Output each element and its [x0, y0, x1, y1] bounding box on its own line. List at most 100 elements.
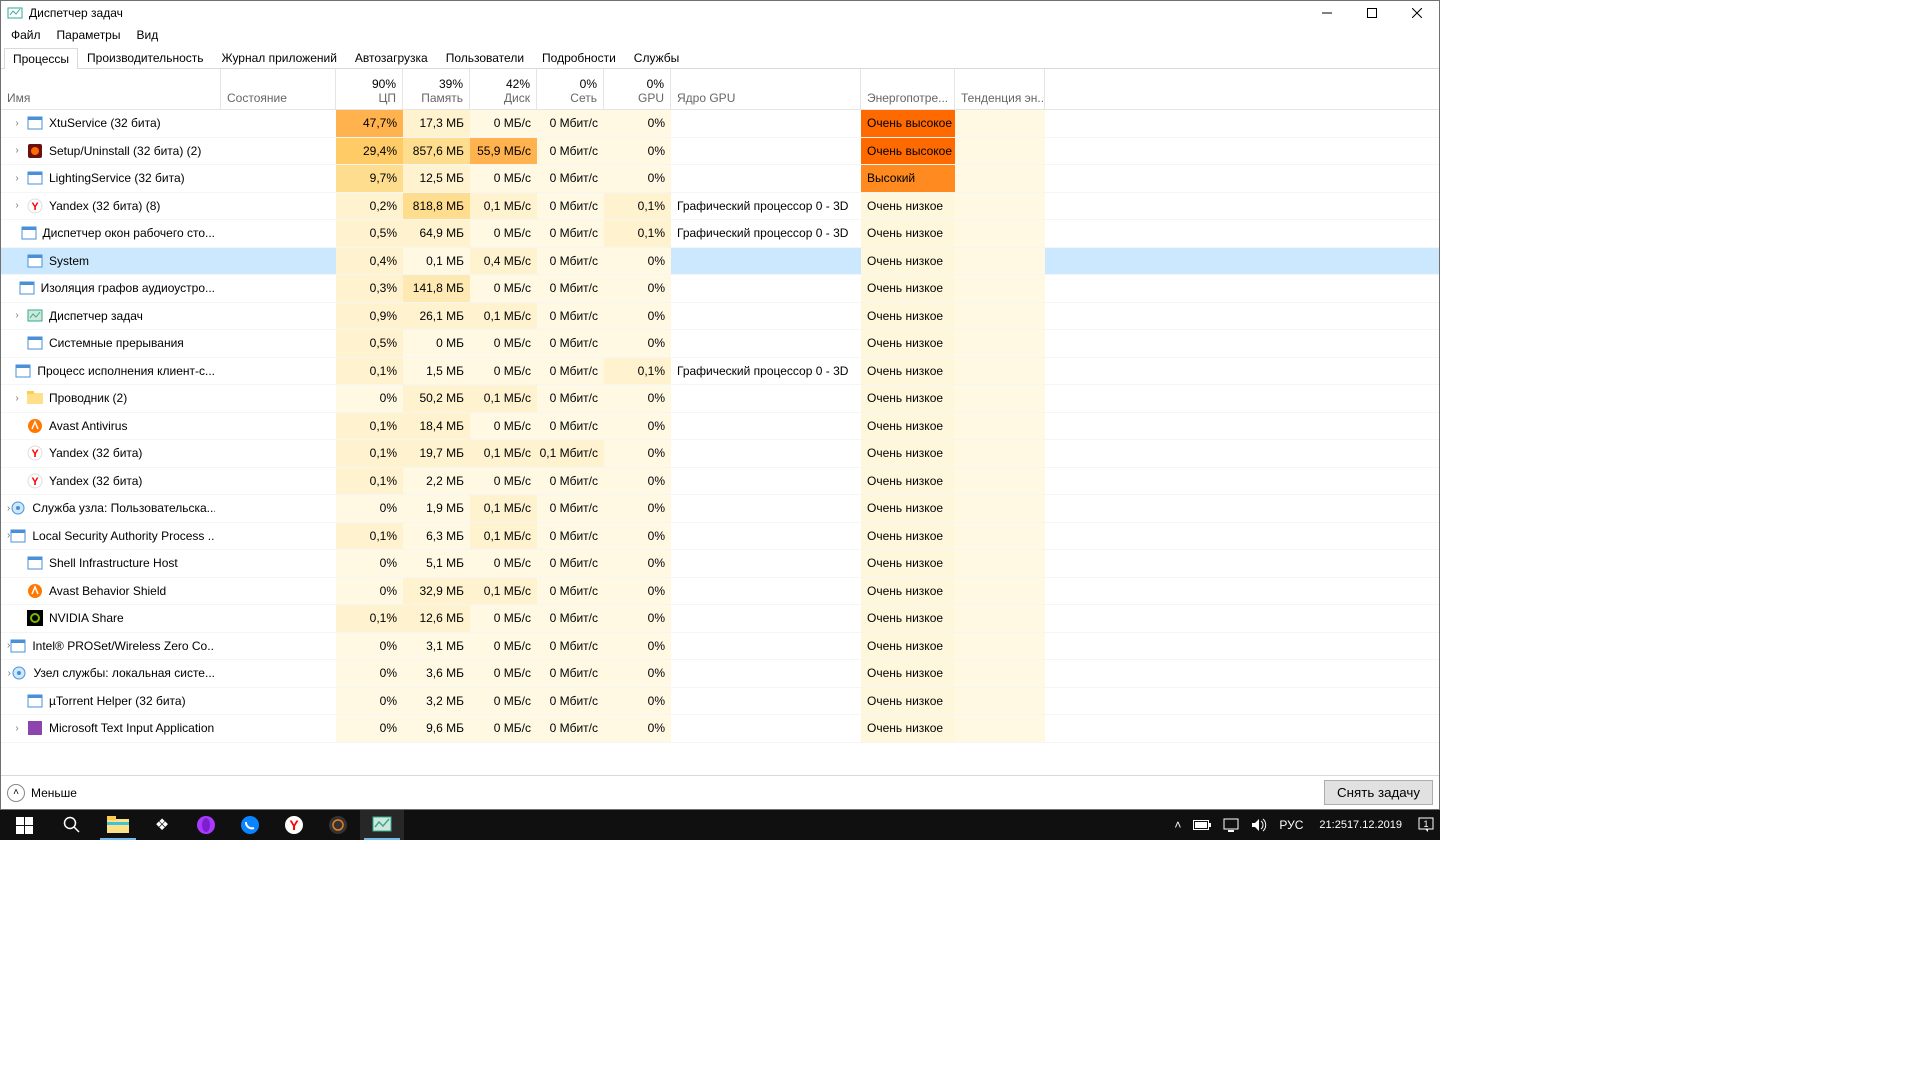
tray-action-center-icon[interactable]: 1 — [1412, 810, 1440, 840]
close-button[interactable] — [1394, 1, 1439, 25]
menu-view[interactable]: Вид — [128, 26, 166, 44]
expand-toggle[interactable]: › — [7, 715, 27, 742]
system-tray: ˄ РУС 21:2517.12.2019 1 — [1168, 810, 1440, 840]
process-name: Yandex (32 бита) (8) — [49, 199, 160, 213]
header-network[interactable]: 0%Сеть — [537, 69, 604, 109]
taskbar-taskmanager[interactable] — [360, 810, 404, 840]
table-row[interactable]: Изоляция графов аудиоустро...0,3%141,8 М… — [1, 275, 1439, 303]
cell-cpu: 0,4% — [336, 248, 403, 275]
process-icon — [21, 225, 37, 241]
tab-services[interactable]: Службы — [625, 47, 688, 68]
taskbar-steam[interactable]: ❖ — [140, 810, 184, 840]
table-row[interactable]: ›XtuService (32 бита)47,7%17,3 МБ0 МБ/с0… — [1, 110, 1439, 138]
header-power[interactable]: Энергопотре... — [861, 69, 955, 109]
cell-memory: 3,6 МБ — [403, 660, 470, 687]
tab-users[interactable]: Пользователи — [437, 47, 533, 68]
tray-battery-icon[interactable] — [1187, 810, 1217, 840]
cell-status — [221, 303, 336, 330]
titlebar[interactable]: Диспетчер задач — [1, 1, 1439, 25]
tray-clock[interactable]: 21:2517.12.2019 — [1309, 810, 1412, 840]
expand-toggle[interactable]: › — [7, 165, 27, 192]
expand-toggle[interactable]: › — [7, 110, 27, 137]
header-name[interactable]: Имя — [1, 69, 221, 109]
cell-memory: 26,1 МБ — [403, 303, 470, 330]
table-row[interactable]: Системные прерывания0,5%0 МБ0 МБ/с0 Мбит… — [1, 330, 1439, 358]
header-gpu-engine[interactable]: Ядро GPU — [671, 69, 861, 109]
table-row[interactable]: ›Local Security Authority Process ...0,1… — [1, 523, 1439, 551]
cell-memory: 9,6 МБ — [403, 715, 470, 742]
search-button[interactable] — [48, 810, 96, 840]
table-row[interactable]: YYandex (32 бита)0,1%2,2 МБ0 МБ/с0 Мбит/… — [1, 468, 1439, 496]
cell-power: Очень низкое — [861, 330, 955, 357]
table-row[interactable]: Avast Behavior Shield0%32,9 МБ0,1 МБ/с0 … — [1, 578, 1439, 606]
table-row[interactable]: µTorrent Helper (32 бита)0%3,2 МБ0 МБ/с0… — [1, 688, 1439, 716]
table-row[interactable]: NVIDIA Share0,1%12,6 МБ0 МБ/с0 Мбит/с0%О… — [1, 605, 1439, 633]
header-status[interactable]: Состояние — [221, 69, 336, 109]
table-row[interactable]: ›Диспетчер задач0,9%26,1 МБ0,1 МБ/с0 Мби… — [1, 303, 1439, 331]
tray-network-icon[interactable] — [1217, 810, 1245, 840]
menu-options[interactable]: Параметры — [49, 26, 129, 44]
process-icon — [27, 555, 43, 571]
table-row[interactable]: Shell Infrastructure Host0%5,1 МБ0 МБ/с0… — [1, 550, 1439, 578]
taskbar-yandex[interactable]: Y — [272, 810, 316, 840]
cell-cpu: 0,9% — [336, 303, 403, 330]
cell-name: YYandex (32 бита) — [1, 440, 221, 467]
table-row[interactable]: Процесс исполнения клиент-с...0,1%1,5 МБ… — [1, 358, 1439, 386]
tab-performance[interactable]: Производительность — [78, 47, 212, 68]
minimize-button[interactable] — [1304, 1, 1349, 25]
tray-chevron-up-icon[interactable]: ˄ — [1168, 810, 1187, 840]
cell-gpu-engine — [671, 688, 861, 715]
table-row[interactable]: ›Проводник (2)0%50,2 МБ0,1 МБ/с0 Мбит/с0… — [1, 385, 1439, 413]
header-gpu[interactable]: 0%GPU — [604, 69, 671, 109]
header-disk[interactable]: 42%Диск — [470, 69, 537, 109]
table-row[interactable]: Avast Antivirus0,1%18,4 МБ0 МБ/с0 Мбит/с… — [1, 413, 1439, 441]
table-row[interactable]: ›Узел службы: локальная систе...0%3,6 МБ… — [1, 660, 1439, 688]
start-button[interactable] — [0, 810, 48, 840]
table-row[interactable]: ›Setup/Uninstall (32 бита) (2)29,4%857,6… — [1, 138, 1439, 166]
process-name: Процесс исполнения клиент-с... — [37, 364, 215, 378]
cell-trend — [955, 303, 1045, 330]
table-row[interactable]: ›YYandex (32 бита) (8)0,2%818,8 МБ0,1 МБ… — [1, 193, 1439, 221]
tray-volume-icon[interactable] — [1245, 810, 1273, 840]
tab-processes[interactable]: Процессы — [4, 48, 78, 69]
table-row[interactable]: ›Microsoft Text Input Application0%9,6 М… — [1, 715, 1439, 743]
maximize-button[interactable] — [1349, 1, 1394, 25]
taskbar-game[interactable] — [316, 810, 360, 840]
expand-toggle[interactable]: › — [7, 138, 27, 165]
process-name: XtuService (32 бита) — [49, 116, 161, 130]
cell-status — [221, 495, 336, 522]
expand-toggle[interactable]: › — [7, 303, 27, 330]
header-trend[interactable]: Тенденция эн... — [955, 69, 1045, 109]
expand-toggle[interactable]: › — [7, 193, 27, 220]
table-row[interactable]: System0,4%0,1 МБ0,4 МБ/с0 Мбит/с0%Очень … — [1, 248, 1439, 276]
table-row[interactable]: Диспетчер окон рабочего сто...0,5%64,9 М… — [1, 220, 1439, 248]
table-row[interactable]: YYandex (32 бита)0,1%19,7 МБ0,1 МБ/с0,1 … — [1, 440, 1439, 468]
expand-toggle[interactable]: › — [7, 385, 27, 412]
cell-status — [221, 138, 336, 165]
cell-name: Avast Antivirus — [1, 413, 221, 440]
fewer-details-button[interactable]: ˄ Меньше — [7, 784, 77, 802]
taskbar-explorer[interactable] — [96, 810, 140, 840]
tab-startup[interactable]: Автозагрузка — [346, 47, 437, 68]
cell-trend — [955, 440, 1045, 467]
taskbar-opera[interactable] — [184, 810, 228, 840]
tab-apphistory[interactable]: Журнал приложений — [213, 47, 346, 68]
taskbar-uplay[interactable] — [228, 810, 272, 840]
expand-toggle — [7, 248, 27, 275]
taskbar[interactable]: ❖ Y ˄ РУС 21:2517.12.2019 1 — [0, 810, 1440, 840]
cell-network: 0 Мбит/с — [537, 165, 604, 192]
tab-details[interactable]: Подробности — [533, 47, 625, 68]
table-row[interactable]: ›Служба узла: Пользовательска...0%1,9 МБ… — [1, 495, 1439, 523]
header-cpu[interactable]: 90%ЦП — [336, 69, 403, 109]
end-task-button[interactable]: Снять задачу — [1324, 780, 1433, 805]
table-row[interactable]: ›Intel® PROSet/Wireless Zero Co...0%3,1 … — [1, 633, 1439, 661]
yandex-icon: Y — [282, 813, 306, 837]
tray-language[interactable]: РУС — [1273, 810, 1309, 840]
process-name: Служба узла: Пользовательска... — [32, 501, 215, 515]
process-name: Системные прерывания — [49, 336, 184, 350]
table-row[interactable]: ›LightingService (32 бита)9,7%12,5 МБ0 М… — [1, 165, 1439, 193]
process-list[interactable]: ›XtuService (32 бита)47,7%17,3 МБ0 МБ/с0… — [1, 110, 1439, 775]
menu-file[interactable]: Файл — [3, 26, 49, 44]
cell-gpu-engine — [671, 715, 861, 742]
header-memory[interactable]: 39%Память — [403, 69, 470, 109]
